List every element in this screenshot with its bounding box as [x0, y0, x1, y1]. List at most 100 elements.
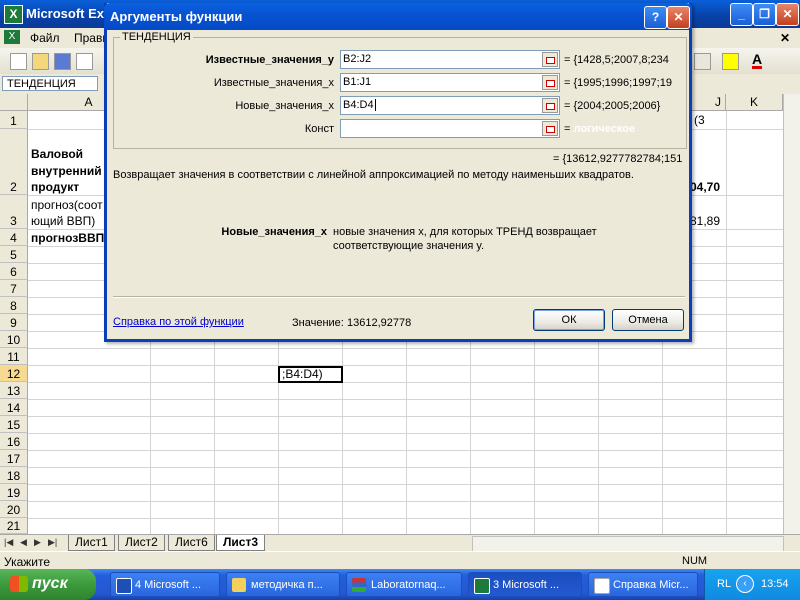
select-all-corner[interactable] [0, 94, 28, 111]
collapse-dialog-icon[interactable] [542, 52, 558, 67]
arg-result-const-type: логическое [573, 123, 636, 135]
next-sheet-icon[interactable]: ▶ [34, 537, 41, 548]
font-color-icon[interactable]: A [752, 52, 763, 69]
arg-label-new-x: Новые_значения_x [235, 100, 334, 112]
row-header[interactable]: 16 [0, 433, 28, 450]
start-button[interactable]: пуск [0, 569, 96, 600]
tray-expand-icon[interactable]: ‹ [736, 575, 754, 593]
row-header[interactable]: 8 [0, 297, 28, 314]
arg-input-known-x-value: B1:J1 [343, 76, 372, 88]
cell-a2-line2: внутренний [31, 164, 102, 178]
open-folder-icon[interactable] [32, 53, 49, 70]
column-header-k[interactable]: K [726, 94, 783, 111]
borders-icon[interactable] [694, 53, 711, 70]
prev-sheet-icon[interactable]: ◀ [20, 537, 27, 548]
arg-input-new-x[interactable]: B4:D4 [340, 96, 560, 115]
sheet-tab-bar: |◀ ◀ ▶ ▶| Лист1 Лист2 Лист6 Лист3 [0, 534, 800, 552]
cancel-button[interactable]: Отмена [612, 309, 684, 331]
sheet-tab-6[interactable]: Лист6 [168, 535, 215, 551]
restore-icon[interactable]: ❐ [753, 3, 776, 26]
task-folder-metodichka[interactable]: методичка п... [226, 572, 340, 597]
collapse-dialog-icon[interactable] [542, 98, 558, 113]
task-label: методичка п... [251, 579, 323, 591]
row-header-selected[interactable]: 12 [0, 365, 28, 382]
arg-input-known-y[interactable]: B2:J2 [340, 50, 560, 69]
num-lock-indicator: NUM [682, 555, 708, 567]
cell-a2-line3: продукт [31, 180, 80, 194]
menu-file[interactable]: Файл [30, 31, 60, 45]
dialog-close-icon[interactable]: ✕ [667, 6, 690, 29]
arg-input-known-x[interactable]: B1:J1 [340, 73, 560, 92]
sheet-tab-1[interactable]: Лист1 [68, 535, 115, 551]
grid-hline [28, 399, 800, 400]
arg-help-text-line2: соответствующие значения y. [333, 240, 485, 252]
row-header[interactable]: 6 [0, 263, 28, 280]
row-header[interactable]: 2 [0, 129, 28, 195]
menu-edit[interactable]: Правк [74, 31, 108, 45]
close-workbook-icon[interactable]: ✕ [780, 31, 790, 45]
last-sheet-icon[interactable]: ▶| [48, 537, 57, 548]
help-icon[interactable]: ? [644, 6, 667, 29]
row-header[interactable]: 11 [0, 348, 28, 365]
grid-hline [28, 518, 800, 519]
system-tray: RL ‹ 13:54 [704, 569, 800, 600]
task-help-microsoft[interactable]: Справка Micr... [588, 572, 698, 597]
task-excel-3[interactable]: 3 Microsoft ... [468, 572, 582, 597]
fill-color-icon[interactable] [722, 53, 739, 70]
task-laboratornaq[interactable]: Laboratornaq... [346, 572, 462, 597]
name-box[interactable]: ТЕНДЕНЦИЯ [2, 76, 98, 91]
cell-a3-line1: прогноз(соот [31, 198, 103, 212]
row-header[interactable]: 21 [0, 518, 28, 534]
row-header[interactable]: 17 [0, 450, 28, 467]
row-header[interactable]: 3 [0, 195, 28, 229]
row-header[interactable]: 9 [0, 314, 28, 331]
arg-result-const-eq: = [564, 123, 571, 135]
row-header[interactable]: 13 [0, 382, 28, 399]
arg-result-const: = логическое [564, 123, 684, 135]
row-header[interactable]: 5 [0, 246, 28, 263]
function-name: ТЕНДЕНЦИЯ [120, 31, 193, 43]
clock: 13:54 [761, 578, 789, 590]
collapse-dialog-icon[interactable] [542, 75, 558, 90]
print-icon[interactable] [76, 53, 93, 70]
arg-label-const: Конст [304, 123, 334, 135]
new-document-icon[interactable] [10, 53, 27, 70]
row-header[interactable]: 1 [0, 111, 28, 129]
grid-hline [28, 450, 800, 451]
row-header[interactable]: 7 [0, 280, 28, 297]
workbook-icon[interactable]: X [4, 30, 20, 44]
grid-hline [28, 484, 800, 485]
row-header[interactable]: 14 [0, 399, 28, 416]
cell-j2: 04,70 [690, 180, 721, 194]
row-header[interactable]: 4 [0, 229, 28, 246]
task-label: 3 Microsoft ... [493, 579, 560, 591]
grid-hline [28, 382, 800, 383]
save-icon[interactable] [54, 53, 71, 70]
language-indicator[interactable]: RL [717, 578, 731, 590]
value-label: Значение: [292, 317, 344, 329]
vertical-scrollbar[interactable] [783, 94, 800, 534]
row-header[interactable]: 20 [0, 501, 28, 518]
dialog-divider [113, 296, 685, 298]
close-icon[interactable]: ✕ [776, 3, 799, 26]
first-sheet-icon[interactable]: |◀ [4, 537, 13, 548]
ok-button[interactable]: ОК [533, 309, 605, 331]
arg-label-known-x: Известные_значения_x [213, 77, 334, 89]
arg-input-const[interactable] [340, 119, 560, 138]
collapse-dialog-icon[interactable] [542, 121, 558, 136]
task-label: Справка Micr... [613, 579, 689, 591]
minimize-icon[interactable]: _ [730, 3, 753, 26]
row-header[interactable]: 10 [0, 331, 28, 348]
sheet-tab-2[interactable]: Лист2 [118, 535, 165, 551]
function-help-link[interactable]: Справка по этой функции [113, 316, 244, 328]
row-header[interactable]: 18 [0, 467, 28, 484]
row-header[interactable]: 15 [0, 416, 28, 433]
active-cell-editor[interactable]: ;B4:D4) [278, 366, 343, 383]
horizontal-scrollbar[interactable] [472, 536, 784, 552]
row-header[interactable]: 19 [0, 484, 28, 501]
grid-hline [28, 433, 800, 434]
task-word-4[interactable]: 4 Microsoft ... [110, 572, 220, 597]
sheet-tab-3-active[interactable]: Лист3 [216, 535, 266, 551]
word-icon [116, 578, 132, 594]
function-arguments-dialog: Аргументы функции ? ✕ ТЕНДЕНЦИЯ Известны… [104, 3, 692, 342]
